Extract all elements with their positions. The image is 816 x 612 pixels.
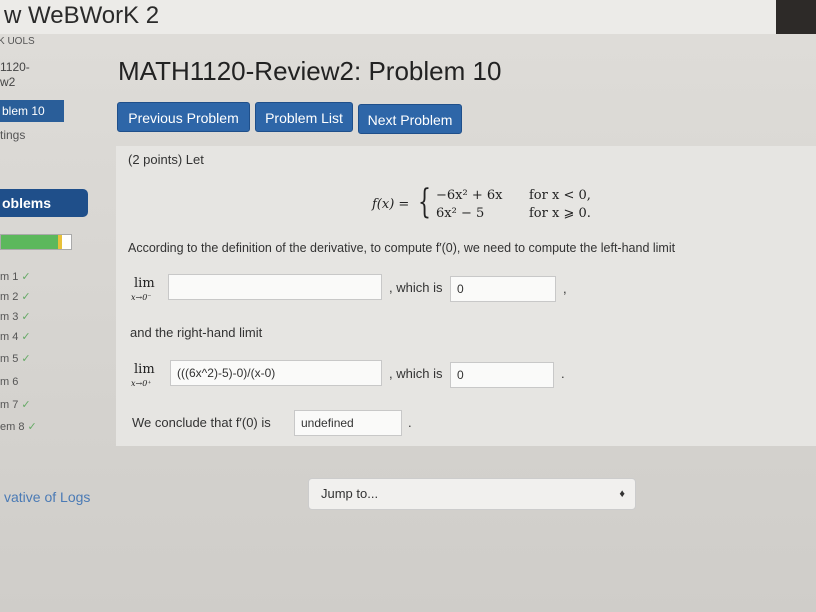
sidebar-problem-label: m 2: [0, 291, 19, 303]
check-icon: ✓: [21, 291, 31, 303]
left-limit-trail: ,: [563, 281, 567, 296]
sidebar-problem-item[interactable]: m 7 ✓: [0, 398, 31, 411]
top-bar: w WeBWorK 2: [0, 0, 816, 34]
sidebar-course-line1: 1120-: [0, 60, 30, 74]
conclusion-input[interactable]: undefined: [294, 410, 402, 436]
check-icon: ✓: [27, 421, 37, 433]
piecewise-brace: {: [418, 182, 431, 222]
left-limit-subscript: x→0⁻: [131, 293, 152, 302]
check-icon: ✓: [21, 271, 31, 283]
select-arrows-icon: ♦: [619, 488, 625, 500]
left-limit-input[interactable]: [168, 274, 382, 300]
sidebar-footer-link[interactable]: vative of Logs: [4, 489, 90, 505]
sidebar-problem-item[interactable]: m 1 ✓: [0, 270, 31, 283]
piecewise-row1-condition: for x < 0,: [529, 188, 591, 203]
sidebar-problem-item[interactable]: m 2 ✓: [0, 290, 31, 303]
left-limit-which-is: , which is: [389, 280, 443, 295]
sidebar-problem-item[interactable]: m 4 ✓: [0, 330, 31, 343]
sidebar-problem-item[interactable]: m 3 ✓: [0, 310, 31, 323]
jump-to-label: Jump to...: [321, 486, 379, 501]
conclusion-text: We conclude that f′(0) is: [132, 415, 271, 430]
piecewise-row2-condition: for x ⩾ 0.: [529, 206, 591, 221]
right-limit-lim: lim: [134, 362, 155, 377]
right-limit-which-is: , which is: [389, 366, 443, 381]
next-problem-button[interactable]: Next Problem: [358, 104, 462, 134]
sidebar-problem-label: m 1: [0, 271, 19, 283]
page-title: MATH1120-Review2: Problem 10: [118, 56, 502, 86]
piecewise-row1-expression: −6x² + 6x: [436, 188, 503, 203]
app-title: w WeBWorK 2: [4, 2, 160, 29]
sidebar-item-settings[interactable]: tings: [0, 128, 25, 142]
right-limit-trail: .: [561, 366, 565, 381]
problem-intro: (2 points) Let: [128, 152, 204, 167]
right-limit-subscript: x→0⁺: [131, 379, 152, 388]
sidebar-problem-label: m 6: [0, 376, 19, 388]
sidebar-problems-header: oblems: [0, 189, 88, 217]
progress-bar-partial-fill: [58, 235, 62, 249]
function-lhs: f(x) =: [372, 197, 410, 212]
jump-to-select[interactable]: Jump to... ♦: [308, 478, 636, 510]
left-limit-lim: lim: [134, 276, 155, 291]
sidebar-problem-label: em 8: [0, 421, 25, 433]
check-icon: ✓: [21, 353, 31, 365]
check-icon: ✓: [21, 311, 31, 323]
previous-problem-button[interactable]: Previous Problem: [117, 102, 250, 132]
right-limit-result-input[interactable]: 0: [450, 362, 554, 388]
check-icon: ✓: [21, 399, 31, 411]
sidebar-problem-label: m 4: [0, 331, 19, 343]
sidebar-problem-label: m 3: [0, 311, 19, 323]
and-text: and the right-hand limit: [130, 325, 263, 340]
sidebar-problem-label: m 5: [0, 353, 19, 365]
sidebar-course[interactable]: 1120- w2: [0, 60, 30, 90]
conclusion-trail: .: [408, 415, 412, 430]
sidebar-top-label: K UOLS: [0, 36, 35, 47]
sidebar-problem-item[interactable]: m 6: [0, 376, 18, 388]
check-icon: ✓: [21, 331, 31, 343]
left-limit-result-input[interactable]: 0: [450, 276, 556, 302]
sidebar-problem-item[interactable]: em 8 ✓: [0, 420, 37, 433]
sidebar-problem-label: m 7: [0, 399, 19, 411]
sidebar-course-line2: w2: [0, 75, 16, 89]
progress-bar: [0, 234, 72, 250]
top-bar-dark-corner: [776, 0, 816, 34]
progress-bar-correct-fill: [1, 235, 58, 249]
problem-list-button[interactable]: Problem List: [255, 102, 353, 132]
sidebar-item-current-problem[interactable]: blem 10: [0, 100, 64, 122]
piecewise-row2-expression: 6x² − 5: [436, 206, 485, 221]
definition-text: According to the definition of the deriv…: [128, 241, 676, 255]
right-limit-input[interactable]: (((6x^2)-5)-0)/(x-0): [170, 360, 382, 386]
sidebar-problem-item[interactable]: m 5 ✓: [0, 352, 31, 365]
